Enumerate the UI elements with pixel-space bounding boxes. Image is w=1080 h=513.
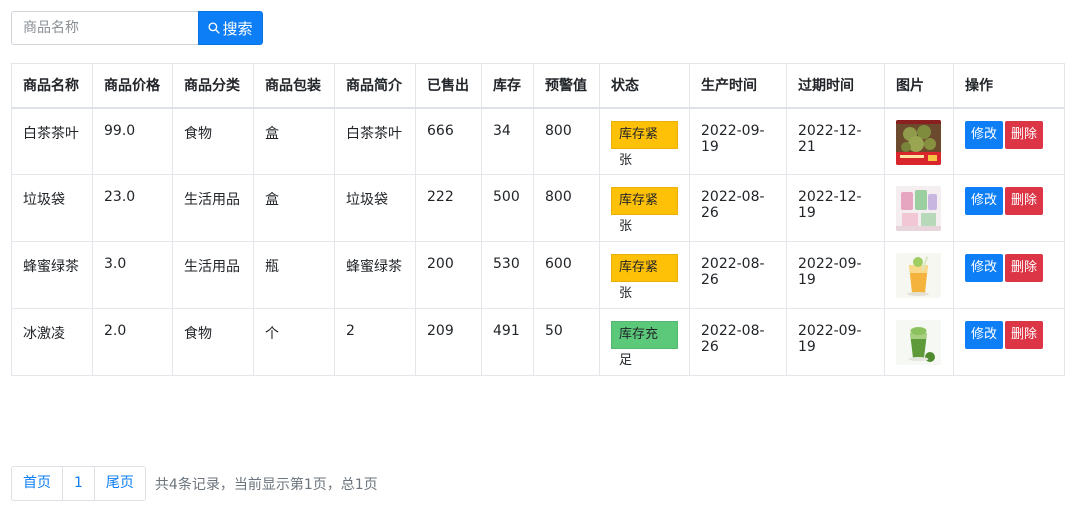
cell-intro: 垃圾袋 (334, 174, 416, 242)
pagination-info: 共4条记录，当前显示第1页，总1页 (154, 476, 378, 493)
cell-produced: 2022-08-26 (689, 241, 787, 309)
cell-package: 瓶 (253, 241, 335, 309)
header-package: 商品包装 (253, 63, 335, 109)
header-stock: 库存 (481, 63, 534, 109)
cell-image (884, 308, 954, 376)
cell-warning: 800 (533, 174, 600, 242)
cell-package: 盒 (253, 174, 335, 242)
garbage-bags-image (896, 186, 941, 231)
table-row: 白茶茶叶 99.0 食物 盒 白茶茶叶 666 34 800 库存紧张 2022… (11, 107, 1065, 175)
edit-button[interactable]: 修改 (965, 321, 1004, 349)
cell-status: 库存充足 (599, 308, 690, 376)
header-sold: 已售出 (415, 63, 482, 109)
last-page-link[interactable]: 尾页 (93, 466, 146, 501)
cell-name: 白茶茶叶 (11, 107, 93, 175)
table-header-row: 商品名称 商品价格 商品分类 商品包装 商品简介 已售出 库存 预警值 状态 生… (11, 63, 1065, 109)
edit-button[interactable]: 修改 (965, 254, 1004, 282)
delete-button[interactable]: 删除 (1005, 254, 1044, 282)
cell-warning: 600 (533, 241, 600, 309)
header-image: 图片 (884, 63, 954, 109)
cell-sold: 209 (415, 308, 482, 376)
honey-green-tea-image (896, 253, 941, 298)
cell-expires: 2022-09-19 (786, 308, 885, 376)
cell-name: 冰激凌 (11, 308, 93, 376)
cell-status: 库存紧张 (599, 174, 690, 242)
cell-expires: 2022-12-19 (786, 174, 885, 242)
header-produced: 生产时间 (689, 63, 787, 109)
cell-expires: 2022-09-19 (786, 241, 885, 309)
cell-intro: 蜂蜜绿茶 (334, 241, 416, 309)
status-badge: 库存紧张 (611, 120, 678, 168)
cell-price: 99.0 (92, 107, 173, 175)
tea-cakes-image (896, 119, 941, 165)
cell-stock: 491 (481, 308, 534, 376)
header-actions: 操作 (953, 63, 1065, 109)
pagination: 首页 1 尾页 共4条记录，当前显示第1页，总1页 (11, 466, 378, 501)
cell-category: 生活用品 (172, 241, 254, 309)
cell-actions: 修改 删除 (953, 241, 1065, 309)
search-bar: 搜索 (11, 11, 263, 45)
cell-image (884, 174, 954, 242)
edit-button[interactable]: 修改 (965, 187, 1004, 215)
delete-button[interactable]: 删除 (1005, 187, 1044, 215)
cell-name: 垃圾袋 (11, 174, 93, 242)
header-category: 商品分类 (172, 63, 254, 109)
edit-button[interactable]: 修改 (965, 120, 1004, 149)
page-number-link[interactable]: 1 (62, 466, 95, 501)
cell-produced: 2022-09-19 (689, 107, 787, 175)
goods-table: 商品名称 商品价格 商品分类 商品包装 商品简介 已售出 库存 预警值 状态 生… (11, 63, 1065, 376)
status-badge: 库存紧张 (611, 187, 678, 234)
cell-category: 生活用品 (172, 174, 254, 242)
table-row: 蜂蜜绿茶 3.0 生活用品 瓶 蜂蜜绿茶 200 530 600 库存紧张 20… (11, 241, 1065, 309)
cell-price: 2.0 (92, 308, 173, 376)
header-price: 商品价格 (92, 63, 173, 109)
cell-stock: 500 (481, 174, 534, 242)
cell-name: 蜂蜜绿茶 (11, 241, 93, 309)
header-name: 商品名称 (11, 63, 93, 109)
cell-actions: 修改 删除 (953, 107, 1065, 175)
first-page-link[interactable]: 首页 (11, 466, 63, 501)
cell-stock: 530 (481, 241, 534, 309)
table-row: 冰激凌 2.0 食物 个 2 209 491 50 库存充足 2022-08-2… (11, 308, 1065, 376)
search-button[interactable]: 搜索 (198, 11, 263, 45)
cell-package: 个 (253, 308, 335, 376)
delete-button[interactable]: 删除 (1005, 321, 1044, 349)
cell-warning: 800 (533, 107, 600, 175)
cell-package: 盒 (253, 107, 335, 175)
cell-actions: 修改 删除 (953, 308, 1065, 376)
header-status: 状态 (599, 63, 690, 109)
cell-produced: 2022-08-26 (689, 174, 787, 242)
status-badge: 库存充足 (611, 321, 678, 368)
table-row: 垃圾袋 23.0 生活用品 盒 垃圾袋 222 500 800 库存紧张 202… (11, 174, 1065, 242)
cell-category: 食物 (172, 308, 254, 376)
cell-intro: 白茶茶叶 (334, 107, 416, 175)
cell-produced: 2022-08-26 (689, 308, 787, 376)
cell-actions: 修改 删除 (953, 174, 1065, 242)
header-warning: 预警值 (533, 63, 600, 109)
cell-image (884, 107, 954, 175)
matcha-drink-image (896, 320, 941, 365)
cell-status: 库存紧张 (599, 241, 690, 309)
cell-price: 3.0 (92, 241, 173, 309)
cell-category: 食物 (172, 107, 254, 175)
cell-sold: 666 (415, 107, 482, 175)
cell-price: 23.0 (92, 174, 173, 242)
cell-stock: 34 (481, 107, 534, 175)
cell-status: 库存紧张 (599, 107, 690, 175)
cell-sold: 222 (415, 174, 482, 242)
cell-expires: 2022-12-21 (786, 107, 885, 175)
search-button-label: 搜索 (222, 19, 253, 38)
cell-intro: 2 (334, 308, 416, 376)
status-badge: 库存紧张 (611, 254, 678, 301)
search-icon (208, 22, 221, 34)
cell-warning: 50 (533, 308, 600, 376)
header-expires: 过期时间 (786, 63, 885, 109)
cell-image (884, 241, 954, 309)
search-input[interactable] (11, 11, 198, 45)
cell-sold: 200 (415, 241, 482, 309)
header-intro: 商品简介 (334, 63, 416, 109)
delete-button[interactable]: 删除 (1005, 120, 1044, 149)
